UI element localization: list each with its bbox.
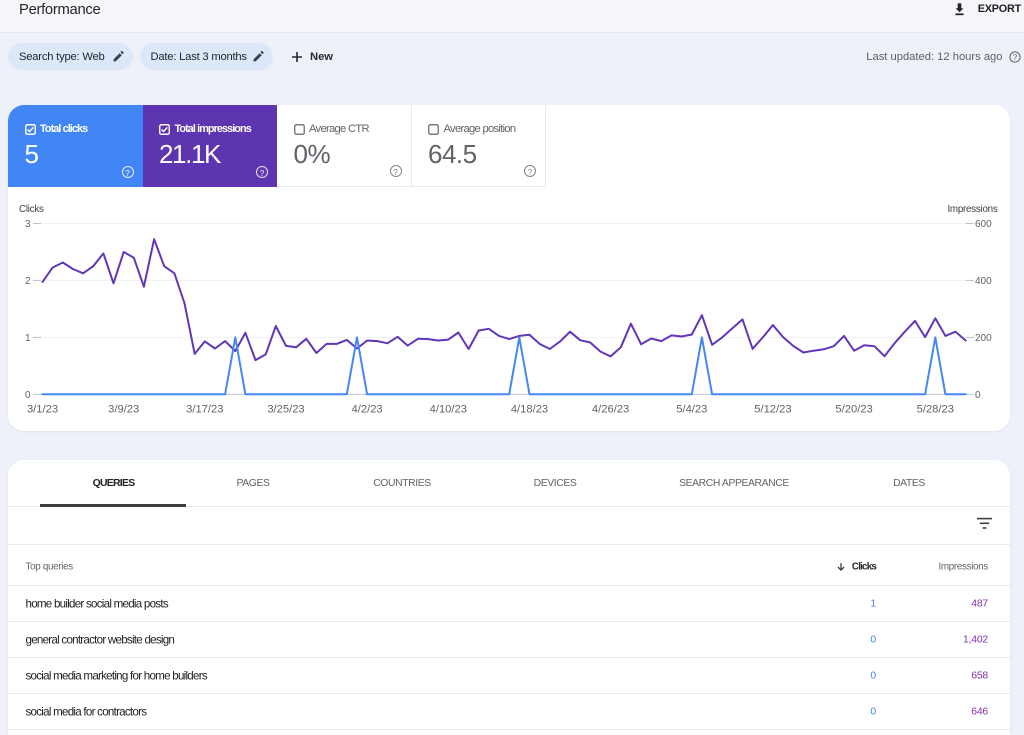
svg-text:5/12/23: 5/12/23 [754,404,791,416]
svg-text:2: 2 [25,276,31,287]
svg-text:5/28/23: 5/28/23 [917,404,954,416]
svg-text:4/18/23: 4/18/23 [511,404,548,416]
svg-text:3: 3 [25,219,31,230]
svg-text:4/10/23: 4/10/23 [430,404,467,416]
svg-text:4/26/23: 4/26/23 [592,404,629,416]
svg-text:0: 0 [25,390,31,401]
svg-text:5/4/23: 5/4/23 [676,404,707,416]
svg-text:Clicks: Clicks [19,204,44,215]
svg-text:?: ? [1012,53,1017,62]
svg-text:3/17/23: 3/17/23 [186,404,223,416]
svg-text:200: 200 [975,333,992,344]
svg-text:0: 0 [975,390,981,401]
svg-text:3/25/23: 3/25/23 [267,404,304,416]
svg-text:Impressions: Impressions [947,204,997,215]
svg-text:4/2/23: 4/2/23 [352,404,383,416]
svg-text:1: 1 [25,333,31,344]
svg-text:400: 400 [975,276,992,287]
svg-text:600: 600 [975,219,992,230]
svg-text:3/1/23: 3/1/23 [27,404,58,416]
svg-text:3/9/23: 3/9/23 [108,404,139,416]
svg-text:5/20/23: 5/20/23 [835,404,872,416]
